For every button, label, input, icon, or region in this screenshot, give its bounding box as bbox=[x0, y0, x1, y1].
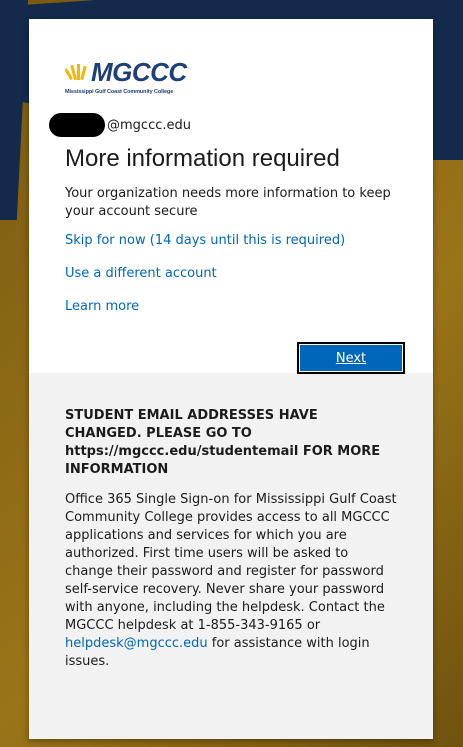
sign-in-card: MGCCC Mississippi Gulf Coast Community C… bbox=[29, 19, 433, 739]
helpdesk-email-link[interactable]: helpdesk@mgccc.edu bbox=[65, 636, 208, 651]
card-main-section: MGCCC Mississippi Gulf Coast Community C… bbox=[29, 19, 433, 374]
next-button[interactable]: Next bbox=[297, 342, 405, 374]
logo-subtitle: Mississippi Gulf Coast Community College bbox=[65, 89, 174, 95]
mgccc-logo: MGCCC Mississippi Gulf Coast Community C… bbox=[65, 57, 195, 99]
background-navy-left bbox=[0, 0, 28, 220]
use-different-account-link[interactable]: Use a different account bbox=[65, 266, 397, 281]
sso-info-body: Office 365 Single Sign-on for Mississipp… bbox=[65, 492, 397, 633]
logo-text: MGCCC bbox=[91, 57, 187, 87]
card-footer-section: STUDENT EMAIL ADDRESSES HAVE CHANGED. PL… bbox=[29, 373, 433, 739]
skip-for-now-link[interactable]: Skip for now (14 days until this is requ… bbox=[65, 233, 397, 248]
email-change-notice: STUDENT EMAIL ADDRESSES HAVE CHANGED. PL… bbox=[65, 408, 381, 477]
redacted-username bbox=[49, 113, 105, 137]
page-title: More information required bbox=[65, 145, 340, 172]
account-email: @mgccc.edu bbox=[107, 117, 191, 133]
learn-more-link[interactable]: Learn more bbox=[65, 299, 397, 314]
sun-icon bbox=[65, 62, 89, 82]
account-identity: @mgccc.edu bbox=[49, 113, 397, 137]
page-description: Your organization needs more information… bbox=[65, 186, 391, 219]
logo-main: MGCCC bbox=[65, 57, 195, 87]
sso-info-text: Office 365 Single Sign-on for Mississipp… bbox=[65, 491, 397, 671]
